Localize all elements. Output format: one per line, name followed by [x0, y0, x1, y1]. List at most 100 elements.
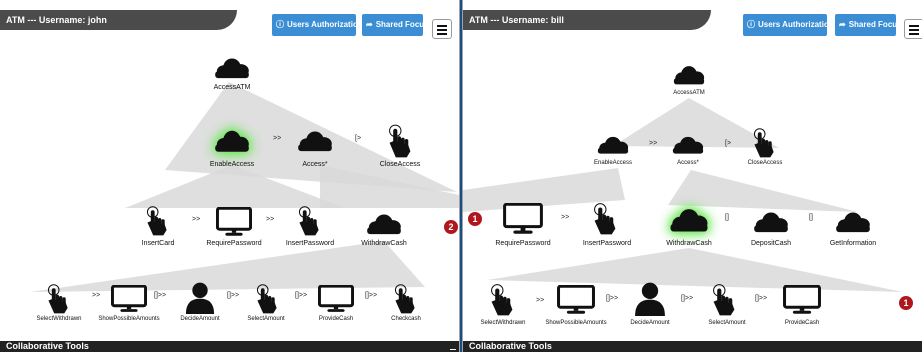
task-select-amount[interactable] — [256, 284, 280, 314]
operator-disabling: [> — [355, 135, 362, 142]
task-decide-amount[interactable] — [633, 282, 667, 316]
cloud-icon — [670, 209, 708, 232]
minimize-icon[interactable] — [450, 349, 456, 350]
label-select-amount: SelectAmount — [247, 316, 285, 322]
operator-choice-enabling: []>> — [365, 292, 378, 299]
task-require-password[interactable] — [215, 206, 253, 237]
operator-choice-enabling: []>> — [755, 295, 768, 302]
hand-pointer-icon — [594, 203, 616, 235]
cloud-icon — [673, 66, 705, 85]
cloud-icon — [215, 130, 249, 152]
hand-pointer-icon — [146, 206, 167, 236]
operator-choice-enabling: []>> — [154, 292, 167, 299]
task-close-access[interactable] — [388, 124, 414, 158]
cloud-icon — [597, 136, 629, 154]
label-close-access: CloseAccess — [747, 160, 783, 166]
task-select-withdrawn[interactable] — [490, 284, 516, 316]
label-checkcash: Checkcash — [391, 316, 421, 322]
label-access-atm: AccessATM — [213, 84, 251, 91]
monitor-icon — [110, 284, 148, 312]
operator-choice-enabling: []>> — [227, 292, 240, 299]
monitor-icon — [503, 202, 543, 234]
task-access-iterative[interactable] — [670, 133, 706, 157]
cloud-icon — [672, 136, 704, 154]
monitor-icon — [557, 284, 595, 314]
cloud-icon — [298, 131, 332, 152]
task-access-atm[interactable] — [671, 62, 707, 88]
task-decide-amount[interactable] — [184, 282, 216, 314]
operator-choice-enabling: []>> — [681, 295, 694, 302]
operator-enabling: >> — [561, 214, 570, 221]
task-require-password[interactable] — [503, 202, 543, 235]
operator-enabling: >> — [192, 216, 201, 223]
task-get-information[interactable] — [833, 208, 873, 236]
notification-badge[interactable]: 1 — [899, 296, 913, 310]
task-access-atm[interactable] — [212, 54, 252, 82]
left-workspace-pane: ATM --- Username: john ⓘ Users Authorizat… — [0, 0, 459, 352]
hand-pointer-icon — [753, 128, 774, 158]
person-icon — [635, 282, 665, 316]
operator-enabling: >> — [273, 135, 282, 142]
task-withdraw-cash[interactable] — [364, 210, 404, 238]
task-deposit-cash[interactable] — [751, 208, 791, 236]
label-select-withdrawn: SelectWithdrawn — [480, 320, 526, 326]
label-decide-amount: DecideAmount — [630, 320, 670, 326]
cloud-icon — [367, 214, 401, 235]
cloud-icon — [754, 212, 788, 233]
hand-pointer-icon — [713, 284, 735, 316]
cloud-icon — [215, 58, 249, 79]
label-deposit-cash: DepositCash — [750, 240, 792, 247]
task-provide-cash[interactable] — [783, 284, 821, 315]
notification-badge[interactable]: 2 — [444, 220, 458, 234]
label-provide-cash: ProvideCash — [784, 320, 820, 326]
label-require-password: RequirePassword — [495, 240, 551, 247]
task-provide-cash[interactable] — [317, 284, 355, 313]
task-insert-password[interactable] — [298, 206, 322, 236]
collaborative-tools-label: Collaborative Tools — [6, 341, 89, 351]
monitor-icon — [317, 284, 355, 312]
task-insert-card[interactable] — [146, 206, 170, 236]
person-icon — [185, 282, 215, 314]
task-select-withdrawn[interactable] — [47, 284, 71, 314]
collaborative-tools-bar[interactable]: Collaborative Tools — [0, 341, 459, 352]
label-show-possible-amounts: ShowPossibleAmounts — [98, 316, 160, 322]
label-enable-access: EnableAccess — [593, 160, 633, 166]
label-withdraw-cash: WithdrawCash — [666, 240, 712, 247]
monitor-icon — [783, 284, 821, 314]
hand-pointer-icon — [256, 284, 277, 314]
task-enable-access[interactable] — [212, 126, 252, 156]
operator-choice-enabling: []>> — [606, 295, 619, 302]
label-get-information: GetInformation — [829, 240, 877, 247]
hand-pointer-icon — [394, 284, 415, 314]
task-access-iterative[interactable] — [295, 127, 335, 155]
label-show-possible-amounts: ShowPossibleAmounts — [545, 320, 607, 326]
collaborative-tools-bar[interactable]: Collaborative Tools — [463, 341, 922, 352]
label-require-password: RequirePassword — [206, 240, 262, 247]
task-select-amount[interactable] — [712, 284, 738, 316]
label-insert-password: InsertPassword — [285, 240, 335, 247]
task-enable-access[interactable] — [595, 133, 631, 157]
monitor-icon — [215, 206, 253, 236]
operator-enabling: >> — [92, 292, 101, 299]
label-enable-access: EnableAccess — [209, 161, 255, 168]
collaborative-tools-label: Collaborative Tools — [469, 341, 552, 351]
label-access-star: Access* — [677, 160, 699, 166]
task-close-access[interactable] — [753, 128, 777, 158]
operator-enabling: >> — [649, 140, 658, 147]
task-withdraw-cash[interactable] — [667, 204, 711, 236]
operator-choice-enabling: []>> — [295, 292, 308, 299]
cloud-icon — [836, 212, 870, 233]
label-close-access: CloseAccess — [379, 161, 421, 168]
label-access-star: Access* — [302, 161, 328, 168]
label-select-amount: SelectAmount — [708, 320, 746, 326]
operator-enabling: >> — [536, 297, 545, 304]
label-provide-cash: ProvideCash — [318, 316, 354, 322]
task-insert-password[interactable] — [593, 203, 619, 235]
task-show-possible-amounts[interactable] — [110, 284, 148, 313]
notification-badge[interactable]: 1 — [468, 212, 482, 226]
operator-choice: [] — [725, 214, 729, 221]
hand-pointer-icon — [389, 124, 411, 158]
right-workspace-pane: ATM --- Username: bill ⓘ Users Authorizat… — [463, 0, 922, 352]
task-show-possible-amounts[interactable] — [557, 284, 595, 315]
task-checkcash[interactable] — [394, 284, 418, 314]
